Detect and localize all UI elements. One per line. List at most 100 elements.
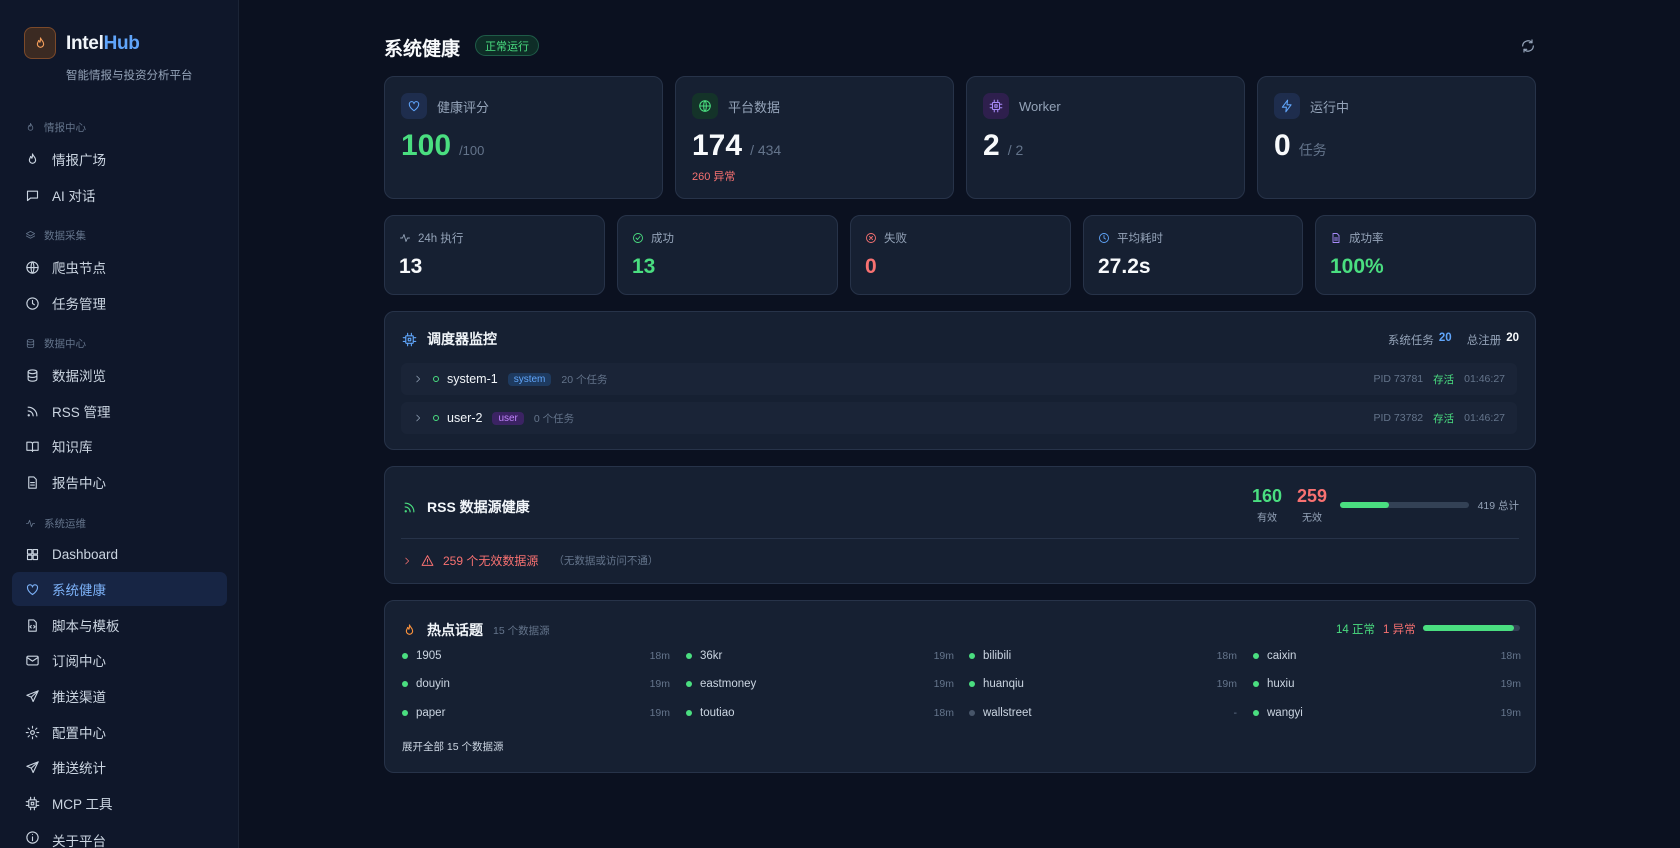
metric-card-failed: 失败 0 bbox=[850, 215, 1071, 295]
source-age: 19m bbox=[933, 678, 954, 690]
refresh-icon[interactable] bbox=[1520, 38, 1536, 54]
file-icon bbox=[28, 475, 37, 489]
source-age: 19m bbox=[1500, 678, 1521, 690]
source-item[interactable]: wangyi 19m bbox=[1253, 707, 1521, 719]
source-item[interactable]: paper 19m bbox=[402, 707, 670, 719]
metric-value: 13 bbox=[399, 255, 423, 278]
nav-item-report-center[interactable]: 报告中心 bbox=[12, 465, 227, 499]
gear-icon bbox=[25, 725, 40, 739]
nav-section-intel: 情报中心 bbox=[25, 120, 86, 135]
source-item[interactable]: huxiu 19m bbox=[1253, 678, 1521, 690]
mail-icon bbox=[26, 655, 39, 665]
status-dot bbox=[1253, 653, 1259, 659]
nav-item-label: 订阅中心 bbox=[52, 654, 106, 669]
scheduler-row[interactable]: system-1 system 20 个任务 PID 73781 存活 01:4… bbox=[401, 363, 1517, 395]
activity-icon bbox=[25, 519, 36, 528]
source-item[interactable]: caixin 18m bbox=[1253, 650, 1521, 662]
file-icon bbox=[1332, 233, 1340, 243]
brand-tagline: 智能情报与投资分析平台 bbox=[66, 70, 193, 82]
nav-item-label: 爬虫节点 bbox=[52, 261, 106, 276]
worker-task-count: 20 个任务 bbox=[561, 373, 608, 386]
nav-item-mcp-tools[interactable]: MCP 工具 bbox=[12, 786, 227, 820]
code-file-icon bbox=[28, 618, 37, 632]
nav-item-rss-management[interactable]: RSS 管理 bbox=[12, 394, 227, 428]
metric-label: 成功率 bbox=[1349, 233, 1384, 245]
source-age: 19m bbox=[1216, 678, 1237, 690]
scheduler-row[interactable]: user-2 user 0 个任务 PID 73782 存活 01:46:27 bbox=[401, 402, 1517, 434]
running-unit: 任务 bbox=[1298, 142, 1327, 158]
worker-tag: system bbox=[507, 372, 552, 386]
worker-uptime: 01:46:27 bbox=[1464, 412, 1505, 424]
source-item[interactable]: huanqiu 19m bbox=[969, 678, 1237, 690]
source-age: - bbox=[1233, 707, 1238, 719]
nav-item-scripts-templates[interactable]: 脚本与模板 bbox=[12, 608, 227, 642]
source-item[interactable]: douyin 19m bbox=[402, 678, 670, 690]
globe-icon bbox=[26, 260, 39, 274]
nav-section-ops: 系统运维 bbox=[25, 516, 86, 531]
status-dot bbox=[402, 653, 408, 659]
nav-item-task-management[interactable]: 任务管理 bbox=[12, 286, 227, 320]
invalid-sources-toggle[interactable]: 259 个无效数据源 （无数据或访问不通） bbox=[402, 552, 658, 569]
rss-icon bbox=[27, 406, 38, 416]
worker-card: Worker 2 / 2 bbox=[966, 76, 1245, 199]
hot-topics-title: 热点话题 bbox=[427, 622, 483, 638]
source-age: 19m bbox=[649, 707, 670, 719]
nav-item-crawler-nodes[interactable]: 爬虫节点 bbox=[12, 250, 227, 284]
nav-item-about[interactable]: 关于平台 bbox=[12, 821, 227, 848]
metric-value: 0 bbox=[865, 255, 877, 278]
nav-item-push-stats[interactable]: 推送统计 bbox=[12, 750, 227, 784]
sidebar: IntelHub 智能情报与投资分析平台 情报中心 情报广场 AI 对话 数据采… bbox=[0, 0, 239, 848]
worker-name: user-2 bbox=[447, 411, 483, 425]
source-item[interactable]: 36kr 19m bbox=[686, 650, 954, 662]
metric-card-success-rate: 成功率 100% bbox=[1315, 215, 1536, 295]
stat-label: 平台数据 bbox=[728, 99, 781, 115]
book-icon bbox=[26, 441, 39, 452]
source-item[interactable]: 1905 18m bbox=[402, 650, 670, 662]
source-age: 18m bbox=[933, 707, 954, 719]
nav-item-label: 任务管理 bbox=[52, 297, 106, 312]
metric-label: 失败 bbox=[884, 233, 907, 245]
divider bbox=[401, 538, 1519, 539]
activity-icon bbox=[400, 234, 410, 242]
metric-label: 平均耗时 bbox=[1117, 233, 1163, 245]
rss-invalid-stat: 259 无效 bbox=[1296, 486, 1328, 524]
worker-state: 存活 bbox=[1433, 412, 1455, 425]
worker-uptime: 01:46:27 bbox=[1464, 373, 1505, 385]
worker-tag: user bbox=[492, 411, 524, 425]
source-item[interactable]: eastmoney 19m bbox=[686, 678, 954, 690]
nav-item-push-channels[interactable]: 推送渠道 bbox=[12, 679, 227, 713]
nav-item-config-center[interactable]: 配置中心 bbox=[12, 715, 227, 749]
running-value: 0 bbox=[1274, 129, 1291, 162]
nav-item-label: 情报广场 bbox=[52, 153, 106, 168]
invalid-sources-label: 259 个无效数据源 bbox=[443, 554, 539, 568]
chevron-right-icon[interactable] bbox=[413, 413, 423, 423]
platform-data-warning: 260 异常 bbox=[692, 171, 736, 183]
x-circle-icon bbox=[866, 233, 876, 243]
chip-icon bbox=[402, 332, 417, 346]
platform-data-total: / 434 bbox=[750, 142, 782, 158]
source-item[interactable]: bilibili 18m bbox=[969, 650, 1237, 662]
scheduler-title: 调度器监控 bbox=[427, 331, 497, 347]
nav-item-dashboard[interactable]: Dashboard bbox=[12, 537, 227, 571]
stat-label: 健康评分 bbox=[437, 99, 490, 115]
nav-item-system-health[interactable]: 系统健康 bbox=[12, 572, 227, 606]
hot-topics-bar-fill bbox=[1423, 625, 1514, 631]
nav-item-ai-chat[interactable]: AI 对话 bbox=[12, 178, 227, 212]
nav-item-intel-square[interactable]: 情报广场 bbox=[12, 142, 227, 176]
source-name: wallstreet bbox=[983, 707, 1032, 719]
chevron-right-icon bbox=[405, 557, 410, 564]
nav-item-data-browse[interactable]: 数据浏览 bbox=[12, 358, 227, 392]
hot-topics-summary: 14 正常 1 异常 bbox=[1336, 624, 1416, 636]
source-item[interactable]: wallstreet - bbox=[969, 707, 1237, 719]
metric-card-24h-runs: 24h 执行 13 bbox=[384, 215, 605, 295]
nav-item-subscriptions[interactable]: 订阅中心 bbox=[12, 643, 227, 677]
nav-item-knowledge-base[interactable]: 知识库 bbox=[12, 429, 227, 463]
source-item[interactable]: toutiao 18m bbox=[686, 707, 954, 719]
chevron-right-icon[interactable] bbox=[413, 374, 423, 384]
nav-item-label: 关于平台 bbox=[52, 834, 106, 848]
database-icon bbox=[26, 338, 35, 349]
expand-all-link[interactable]: 展开全部 15 个数据源 bbox=[402, 739, 504, 754]
stat-label: 运行中 bbox=[1310, 99, 1350, 115]
heart-icon bbox=[408, 101, 420, 112]
source-name: douyin bbox=[416, 678, 450, 690]
